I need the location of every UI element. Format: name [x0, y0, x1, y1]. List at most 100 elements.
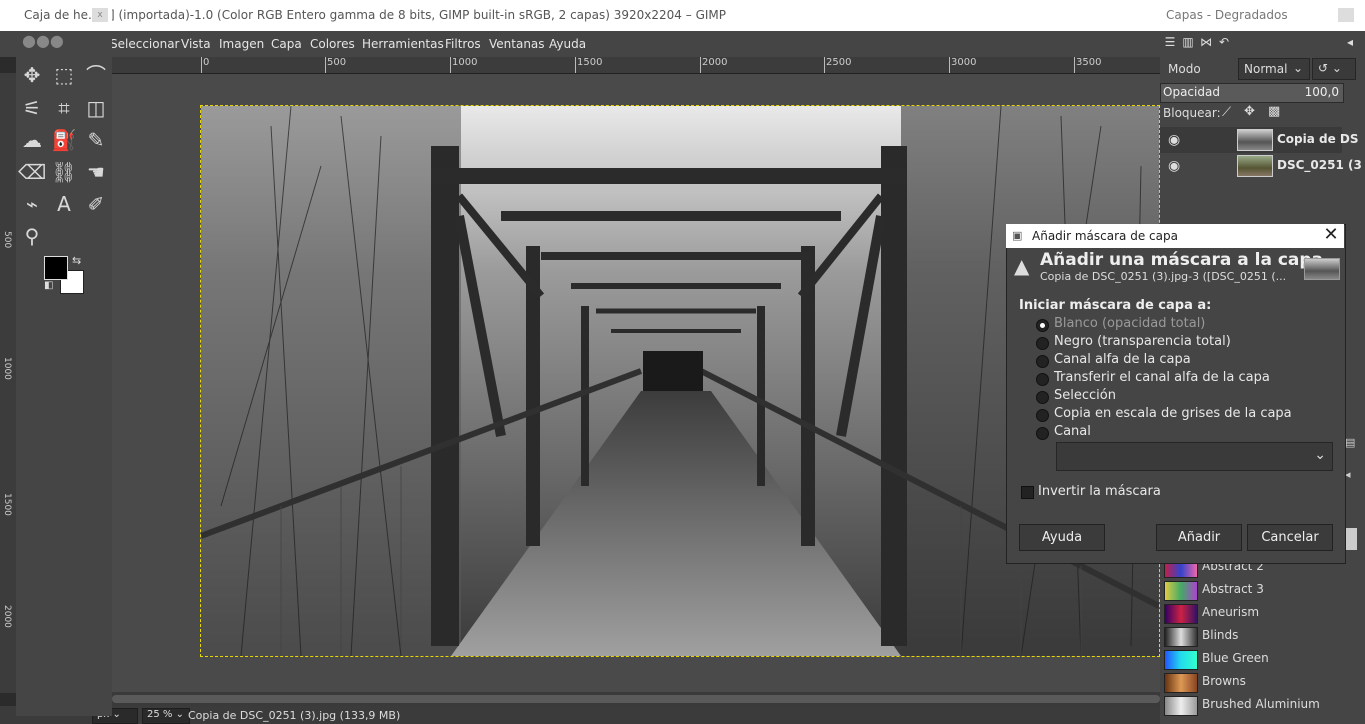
section-label: Iniciar máscara de capa a: [1019, 298, 1212, 313]
menu-colores[interactable]: Colores [310, 37, 355, 51]
warp-tool-icon[interactable]: ☁ [18, 126, 46, 154]
lock-pixels-icon[interactable]: ⟋ [1222, 105, 1231, 120]
toolbox-titlebar: Caja de he... x [16, 0, 112, 31]
dock-close-button[interactable] [1338, 8, 1354, 22]
horizontal-scrollbar[interactable] [112, 692, 1160, 706]
transform-tool-icon[interactable]: ◫ [82, 94, 110, 122]
menu-herramientas[interactable]: Herramientas [362, 37, 444, 51]
opacity-slider[interactable]: Opacidad 100,0 [1160, 83, 1344, 103]
paths-tab-icon[interactable]: ⋈ [1198, 35, 1214, 51]
gradient-name: Blue Green [1202, 651, 1269, 665]
dock-menu-icon[interactable]: ◂ [1342, 35, 1358, 51]
dialog-subheading: Copia de DSC_0251 (3).jpg-3 ([DSC_0251 (… [1040, 270, 1287, 283]
menu-capa[interactable]: Capa [271, 37, 302, 51]
radio-label: Canal [1054, 424, 1091, 439]
radio-button[interactable] [1036, 391, 1049, 404]
layer-row[interactable]: ◉ Copia de DS [1160, 127, 1359, 153]
dock-scroll-thumb[interactable] [1345, 528, 1357, 550]
radio-button[interactable] [1036, 337, 1049, 350]
dock-title: Capas - Degradados [1166, 8, 1288, 22]
chevron-down-icon: ⌄ [1292, 61, 1303, 75]
zoom-tool-icon[interactable]: ⚲ [18, 222, 46, 250]
radio-button[interactable] [1036, 373, 1049, 386]
paths-tool-icon[interactable]: ⌁ [18, 190, 46, 218]
menu-filtros[interactable]: Filtros [445, 37, 481, 51]
ruler-label: 2000 [702, 57, 728, 68]
rect-select-tool-icon[interactable]: ⬚ [50, 61, 78, 89]
help-button[interactable]: Ayuda [1019, 524, 1105, 551]
layer-row[interactable]: ◉ DSC_0251 (3 [1160, 153, 1362, 179]
radio-button[interactable] [1036, 409, 1049, 422]
dialog-close-button[interactable]: ✕ [1322, 226, 1340, 244]
foreground-color-swatch[interactable] [44, 256, 68, 280]
main-window-title: ] (importada)-1.0 (Color RGB Entero gamm… [110, 8, 726, 22]
add-button[interactable]: Añadir [1156, 524, 1242, 551]
menu-seleccionar[interactable]: Seleccionar [110, 37, 179, 51]
ruler-label: 1000 [452, 57, 478, 68]
lock-label: Bloquear: [1163, 106, 1221, 120]
text-tool-icon[interactable]: A [50, 190, 78, 218]
dock-side-icon[interactable]: ◂ [1345, 468, 1357, 481]
dialog-window-title: Añadir máscara de capa [1032, 229, 1178, 243]
clone-tool-icon[interactable]: ⛓ [50, 158, 78, 186]
eye-icon[interactable]: ◉ [1168, 132, 1184, 148]
layer-thumbnail [1304, 258, 1340, 280]
lock-position-icon[interactable]: ✥ [1244, 104, 1255, 119]
radio-button[interactable] [1036, 319, 1049, 332]
scrollbar-thumb[interactable] [112, 695, 1160, 703]
gradient-item[interactable]: Aneurism [1160, 602, 1342, 625]
lasso-tool-icon[interactable]: ⌒ [82, 61, 110, 89]
radio-label: Copia en escala de grises de la capa [1054, 406, 1292, 421]
bucket-fill-tool-icon[interactable]: ⛽ [50, 126, 78, 154]
eraser-tool-icon[interactable]: ⌫ [18, 158, 46, 186]
checkbox[interactable] [1021, 486, 1034, 499]
toolbox-title: Caja de he... [24, 8, 100, 22]
radio-button[interactable] [1036, 355, 1049, 368]
gradient-swatch [1164, 627, 1198, 647]
toolbox-close-button[interactable]: x [92, 8, 108, 22]
gradient-name: Aneurism [1202, 605, 1260, 619]
mode-reset-select[interactable]: ↺ ⌄ [1312, 58, 1356, 80]
menu-imagen[interactable]: Imagen [219, 37, 264, 51]
menu-ayuda[interactable]: Ayuda [549, 37, 586, 51]
gradient-item[interactable]: Brushed Aluminium [1160, 694, 1342, 717]
gradient-item[interactable]: Abstract 3 [1160, 579, 1342, 602]
paintbrush-tool-icon[interactable]: ✎ [82, 126, 110, 154]
lock-alpha-icon[interactable]: ▩ [1268, 104, 1280, 119]
gradient-name: Brushed Aluminium [1202, 697, 1320, 711]
gradient-item[interactable]: Browns [1160, 671, 1342, 694]
channel-select[interactable]: ⌄ [1056, 442, 1333, 471]
default-colors-icon[interactable]: ◧ [44, 280, 53, 291]
gradient-swatch [1164, 604, 1198, 624]
vruler-label: 2000 [2, 605, 12, 628]
opacity-label: Opacidad [1163, 85, 1220, 99]
crop-tool-icon[interactable]: ⌗ [50, 94, 78, 122]
eye-icon[interactable]: ◉ [1168, 158, 1184, 174]
layers-tab-icon[interactable]: ☰ [1162, 35, 1178, 51]
layer-mask-icon: ▲ [1014, 254, 1030, 278]
fuzzy-select-tool-icon[interactable]: ⚟ [18, 94, 46, 122]
smudge-tool-icon[interactable]: ☚ [82, 158, 110, 186]
zoom-select[interactable]: 25 % ⌄ [142, 708, 190, 724]
gradient-swatch [1164, 581, 1198, 601]
gradient-swatch [1164, 696, 1198, 716]
channels-tab-icon[interactable]: ▥ [1180, 35, 1196, 51]
radio-button[interactable] [1036, 427, 1049, 440]
menu-vista[interactable]: Vista [181, 37, 211, 51]
dock-titlebar: Capas - Degradados [1160, 0, 1365, 31]
dock-side-icon[interactable]: ▤ [1345, 436, 1357, 454]
color-picker-tool-icon[interactable]: ✐ [82, 190, 110, 218]
undo-history-tab-icon[interactable]: ↶ [1216, 35, 1232, 51]
menu-ventanas[interactable]: Ventanas [489, 37, 545, 51]
mode-select[interactable]: Normal ⌄ [1238, 58, 1310, 80]
gradient-item[interactable]: Blue Green [1160, 648, 1342, 671]
move-tool-icon[interactable]: ✥ [18, 61, 46, 89]
radio-label: Selección [1054, 388, 1116, 403]
horizontal-ruler: 0 500 1000 1500 2000 2500 3000 3500 [112, 57, 1160, 74]
cancel-button[interactable]: Cancelar [1247, 524, 1333, 551]
gimp-icon: ▣ [1012, 229, 1023, 242]
swap-colors-icon[interactable]: ⇆ [72, 254, 81, 267]
vertical-ruler: 500 1000 1500 2000 [0, 73, 17, 693]
ruler-label: 0 [203, 57, 210, 68]
gradient-item[interactable]: Blinds [1160, 625, 1342, 648]
